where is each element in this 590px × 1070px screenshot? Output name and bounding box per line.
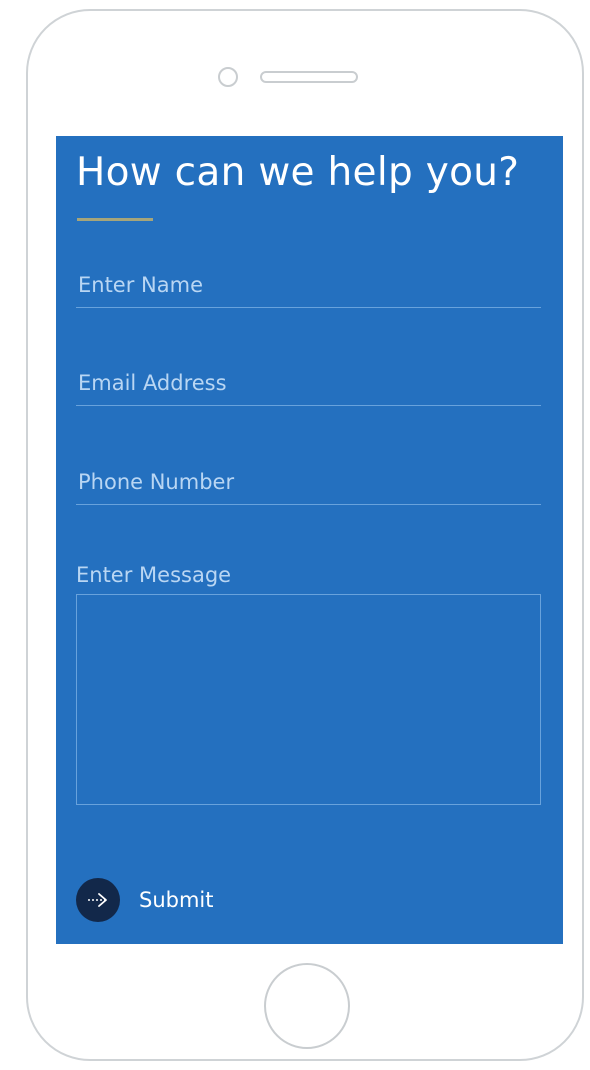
earpiece-speaker (260, 71, 358, 83)
arrow-right-icon (88, 893, 107, 907)
submit-icon-circle[interactable] (76, 878, 120, 922)
name-field[interactable]: Enter Name (76, 267, 541, 308)
submit-button[interactable]: Submit (76, 878, 214, 922)
contact-form-screen: How can we help you? Enter Name Email Ad… (56, 136, 563, 944)
submit-label: Submit (139, 888, 214, 912)
phone-field-placeholder: Phone Number (78, 470, 235, 494)
home-button[interactable] (264, 963, 350, 1049)
form-title: How can we help you? (76, 150, 520, 195)
email-field-placeholder: Email Address (78, 371, 227, 395)
message-label: Enter Message (76, 563, 232, 587)
message-textarea[interactable] (76, 594, 541, 805)
front-camera (218, 67, 238, 87)
phone-field[interactable]: Phone Number (76, 464, 541, 505)
phone-frame: How can we help you? Enter Name Email Ad… (26, 9, 584, 1061)
email-field[interactable]: Email Address (76, 365, 541, 406)
name-field-placeholder: Enter Name (78, 273, 203, 297)
title-accent-underline (77, 218, 153, 221)
